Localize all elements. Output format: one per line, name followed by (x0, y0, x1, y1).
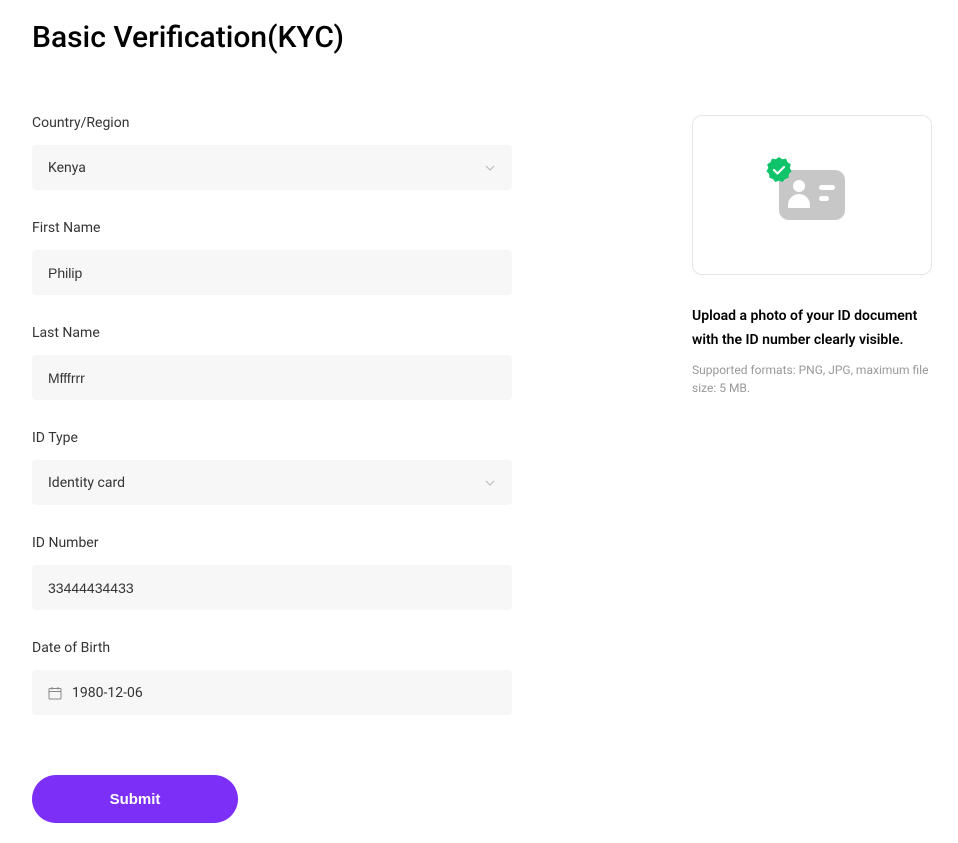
country-region-label: Country/Region (32, 115, 512, 131)
date-of-birth-group: Date of Birth 1980-12-06 (32, 640, 512, 715)
date-of-birth-value: 1980-12-06 (72, 685, 143, 701)
content-wrapper: Country/Region Kenya First Name Last Nam… (32, 115, 926, 823)
first-name-input[interactable] (32, 250, 512, 295)
submit-button[interactable]: Submit (32, 775, 238, 823)
first-name-label: First Name (32, 220, 512, 236)
id-type-label: ID Type (32, 430, 512, 446)
date-of-birth-input[interactable]: 1980-12-06 (32, 670, 512, 715)
upload-title: Upload a photo of your ID document with … (692, 305, 932, 353)
id-number-group: ID Number (32, 535, 512, 610)
id-number-label: ID Number (32, 535, 512, 551)
id-type-value: Identity card (48, 475, 125, 491)
country-region-group: Country/Region Kenya (32, 115, 512, 190)
verified-badge-icon (765, 156, 793, 184)
upload-subtitle: Supported formats: PNG, JPG, maximum fil… (692, 361, 932, 397)
calendar-icon (48, 686, 62, 700)
id-type-group: ID Type Identity card (32, 430, 512, 505)
first-name-group: First Name (32, 220, 512, 295)
avatar-body-shape (788, 194, 810, 208)
upload-box[interactable] (692, 115, 932, 275)
country-region-value: Kenya (48, 160, 86, 176)
last-name-input[interactable] (32, 355, 512, 400)
page-title: Basic Verification(KYC) (32, 20, 926, 55)
id-card-line (819, 196, 829, 201)
id-type-select[interactable]: Identity card (32, 460, 512, 505)
country-region-select[interactable]: Kenya (32, 145, 512, 190)
last-name-group: Last Name (32, 325, 512, 400)
date-of-birth-label: Date of Birth (32, 640, 512, 656)
chevron-down-icon (484, 162, 496, 174)
id-number-input[interactable] (32, 565, 512, 610)
last-name-label: Last Name (32, 325, 512, 341)
id-card-icon (779, 170, 845, 220)
avatar-head-shape (793, 180, 805, 192)
form-column: Country/Region Kenya First Name Last Nam… (32, 115, 512, 823)
id-card-line (819, 185, 835, 190)
chevron-down-icon (484, 477, 496, 489)
upload-column: Upload a photo of your ID document with … (692, 115, 932, 397)
